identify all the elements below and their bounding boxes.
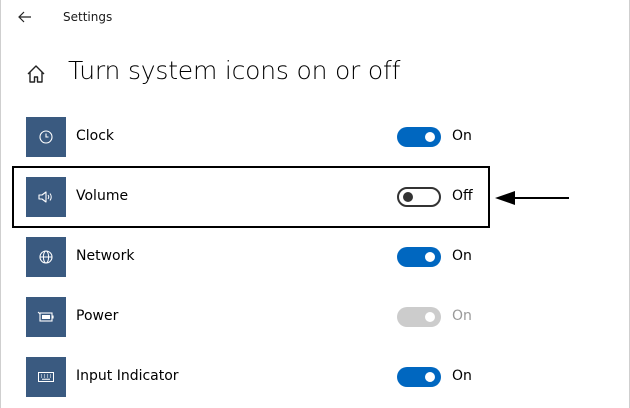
icon-tile	[26, 357, 66, 397]
item-label: Input Indicator	[76, 368, 179, 384]
toggle-knob	[425, 372, 435, 382]
input-indicator-toggle[interactable]	[397, 367, 441, 387]
annotation-arrow-icon	[495, 191, 569, 205]
back-arrow-icon	[18, 11, 31, 23]
list-item-network: Network On	[26, 237, 496, 277]
item-label: Clock	[76, 128, 115, 144]
toggle-state-label: On	[452, 128, 472, 144]
home-icon	[27, 65, 45, 83]
toggle-knob	[425, 252, 435, 262]
toggle-state-label: On	[452, 368, 472, 384]
toggle-state-label: On	[452, 308, 472, 324]
page-title: Turn system icons on or off	[68, 56, 401, 85]
back-button[interactable]	[13, 6, 37, 28]
clock-toggle[interactable]	[397, 127, 441, 147]
item-label: Network	[76, 248, 135, 264]
list-item-input-indicator: Input Indicator On	[26, 357, 496, 397]
annotation-highlight-box	[12, 166, 490, 228]
title-bar: Settings	[1, 0, 629, 34]
toggle-state-label: On	[452, 248, 472, 264]
toggle-knob	[425, 312, 435, 322]
list-item-clock: Clock On	[26, 117, 496, 157]
icon-tile	[26, 237, 66, 277]
item-label: Power	[76, 308, 119, 324]
list-item-power: Power On	[26, 297, 496, 337]
home-button[interactable]	[25, 63, 47, 85]
icon-tile	[26, 297, 66, 337]
icon-tile	[26, 117, 66, 157]
settings-window: Settings Turn system icons on or off Clo…	[0, 0, 630, 408]
power-toggle[interactable]	[397, 307, 441, 327]
toggle-knob	[425, 132, 435, 142]
globe-icon	[39, 250, 53, 264]
keyboard-icon	[38, 372, 54, 382]
clock-icon	[39, 130, 53, 144]
app-title: Settings	[63, 10, 113, 24]
network-toggle[interactable]	[397, 247, 441, 267]
battery-icon	[37, 311, 54, 322]
